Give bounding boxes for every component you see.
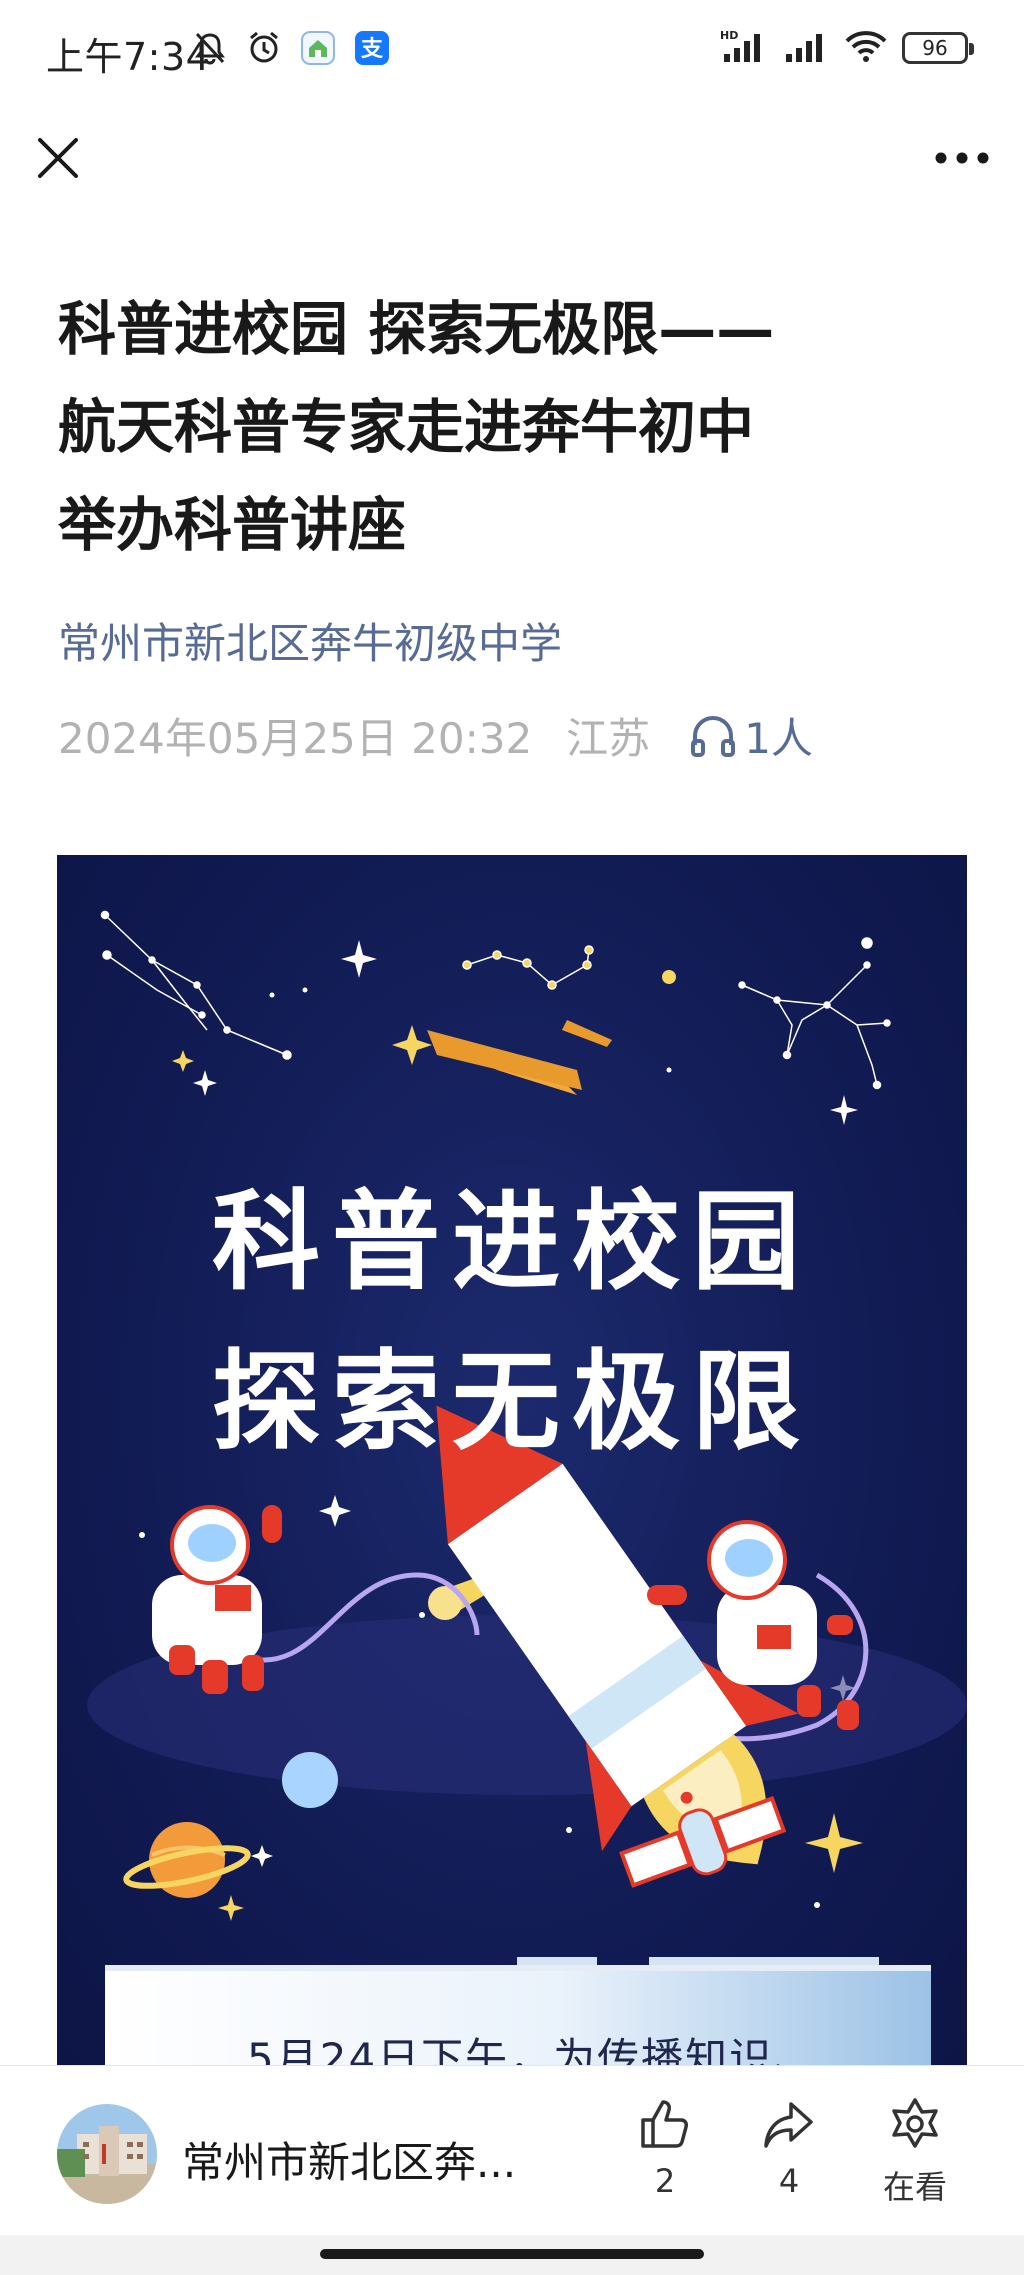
share-count: 4 xyxy=(778,2162,800,2200)
home-indicator[interactable] xyxy=(320,2249,704,2259)
account-avatar[interactable] xyxy=(57,2104,157,2204)
headphones-icon xyxy=(691,715,736,757)
share-button[interactable]: 4 xyxy=(734,2096,844,2200)
school-building-image xyxy=(57,2104,157,2204)
constellation-right xyxy=(738,937,891,1090)
signal-hd-icon: HD xyxy=(720,28,770,68)
account-link[interactable]: 常州市新北区奔牛初级中学 xyxy=(58,610,562,671)
constellation-top xyxy=(462,945,594,990)
listener-count: 1人 xyxy=(744,714,813,763)
article-title: 科普进校园 探索无极限—— 航天科普专家走进奔牛初中 举办科普讲座 xyxy=(58,280,978,574)
top-nav-bar xyxy=(0,110,1024,210)
shooting-star xyxy=(392,1020,612,1095)
alipay-icon: 支 xyxy=(352,28,392,68)
svg-text:支: 支 xyxy=(361,37,384,62)
wifi-icon xyxy=(844,28,888,68)
more-icon xyxy=(935,152,989,164)
status-bar: 上午7:34 支 HD 96 xyxy=(0,0,1024,100)
share-arrow-icon xyxy=(764,2102,813,2148)
home-app-icon xyxy=(298,28,338,68)
publish-location: 江苏 xyxy=(566,714,651,763)
status-system-icons: HD 96 xyxy=(720,28,974,68)
poster-headline-line2: 探索无极限 xyxy=(211,1340,812,1465)
watching-label: 在看 xyxy=(882,2168,947,2206)
article-title-line: 科普进校园 探索无极限—— xyxy=(58,295,775,363)
constellation-left xyxy=(100,910,292,1060)
poster-headline-line1: 科普进校园 xyxy=(211,1180,812,1305)
signal-icon xyxy=(784,28,830,68)
more-button[interactable] xyxy=(930,130,994,186)
article-meta: 2024年05月25日 20:32 江苏 1人 xyxy=(58,705,813,766)
article-poster-image[interactable]: 科普进校园 探索无极限 5月24日下午，为传播知识、 xyxy=(57,855,967,2065)
like-count: 2 xyxy=(654,2162,676,2200)
article-title-line: 航天科普专家走进奔牛初中 xyxy=(58,393,755,461)
svg-text:HD: HD xyxy=(720,29,738,42)
listen-button[interactable]: 1人 xyxy=(690,705,813,766)
battery-indicator: 96 xyxy=(902,32,974,64)
account-name[interactable]: 常州市新北区奔... xyxy=(182,2129,516,2190)
flower-star-icon xyxy=(892,2098,938,2148)
publish-date: 2024年05月25日 20:32 xyxy=(58,714,533,763)
article-title-line: 举办科普讲座 xyxy=(58,491,407,559)
intro-note-text: 5月24日下午，为传播知识、 xyxy=(247,2034,818,2065)
watching-button[interactable]: 在看 xyxy=(860,2096,970,2208)
system-gesture-area xyxy=(0,2235,1024,2275)
astronaut-left xyxy=(152,1505,282,1694)
status-time: 上午7:34 xyxy=(46,35,211,79)
like-button[interactable]: 2 xyxy=(610,2096,720,2200)
bottom-action-bar: 常州市新北区奔... 2 4 在看 xyxy=(0,2065,1024,2235)
saturn xyxy=(123,1822,251,1898)
alarm-clock-icon xyxy=(244,28,284,68)
bell-muted-icon xyxy=(190,28,230,68)
close-button[interactable] xyxy=(30,130,86,186)
status-notification-icons: 支 xyxy=(190,28,392,68)
close-icon xyxy=(38,138,78,178)
thumbs-up-icon xyxy=(641,2100,688,2148)
